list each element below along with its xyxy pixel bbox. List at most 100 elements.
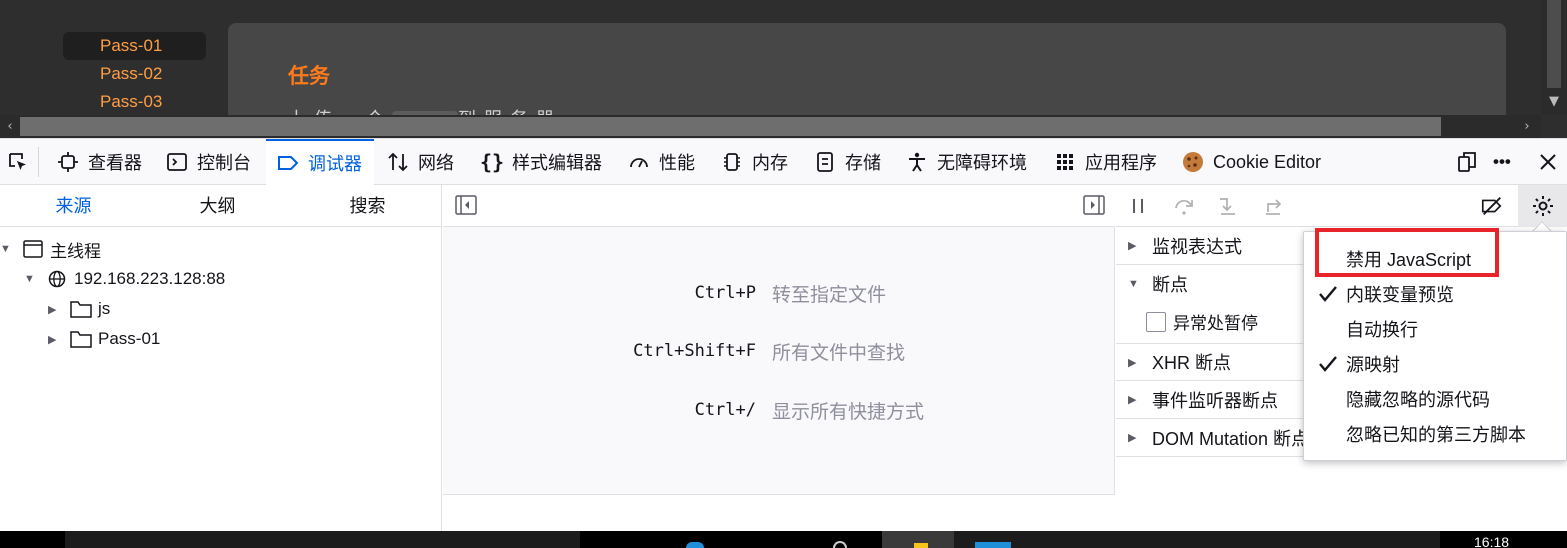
- tab-label: 存储: [845, 153, 881, 173]
- tab-label: 网络: [418, 153, 454, 173]
- more-options-button[interactable]: •••: [1493, 139, 1511, 185]
- shortcut-desc: 显示所有快捷方式: [772, 401, 925, 423]
- collapse-arrow-icon[interactable]: ▶: [48, 303, 62, 316]
- pause-button[interactable]: [1126, 194, 1150, 218]
- pass-link-01[interactable]: Pass-01: [63, 32, 206, 60]
- folder-icon: [70, 299, 92, 319]
- edge-icon[interactable]: [686, 542, 704, 548]
- os-taskbar: 16:18: [0, 531, 1567, 548]
- tab-application[interactable]: 应用程序: [1053, 139, 1157, 185]
- tab-label: 应用程序: [1085, 153, 1157, 173]
- shortcut-key: Ctrl+/: [694, 400, 756, 420]
- deactivate-breakpoints-button[interactable]: [1480, 194, 1504, 218]
- tree-item-label: js: [98, 299, 111, 318]
- tab-sources[interactable]: 来源: [0, 185, 147, 227]
- tab-cookie-editor[interactable]: Cookie Editor: [1181, 139, 1321, 185]
- menu-item-ignore-third-party[interactable]: 忽略已知的第三方脚本: [1304, 417, 1566, 451]
- console-icon: [165, 150, 189, 174]
- collapse-arrow-icon: ▶: [1128, 240, 1137, 252]
- tab-inspector[interactable]: 查看器: [56, 139, 142, 185]
- checkbox-label: 异常处暂停: [1173, 314, 1258, 333]
- close-devtools-button[interactable]: [1536, 139, 1567, 185]
- pass-link-03[interactable]: Pass-03: [63, 88, 206, 116]
- red-highlight-box: [1315, 228, 1499, 277]
- gear-icon: [1532, 196, 1553, 216]
- toggle-debugger-sidebar-icon[interactable]: [1083, 195, 1105, 219]
- editor-toolbar: [443, 185, 1115, 227]
- window-icon: [22, 239, 44, 259]
- expand-arrow-icon[interactable]: ▼: [0, 243, 14, 255]
- more-options-icon: •••: [1493, 152, 1511, 171]
- menu-item-source-maps[interactable]: 源映射: [1304, 347, 1566, 381]
- tree-item-host[interactable]: ▼ 192.168.223.128:88: [24, 264, 225, 294]
- tree-item-main-thread[interactable]: ▼ 主线程: [0, 234, 101, 264]
- style-editor-icon: {}: [479, 150, 505, 174]
- toolbar-divider: [38, 147, 39, 177]
- tab-accessibility[interactable]: 无障碍环境: [905, 139, 1027, 185]
- tab-performance[interactable]: 性能: [627, 139, 695, 185]
- element-picker-button[interactable]: [6, 139, 38, 185]
- tree-item-label: 192.168.223.128:88: [74, 269, 226, 288]
- tab-console[interactable]: 控制台: [165, 139, 251, 185]
- tree-item-folder-pass-01[interactable]: ▶ Pass-01: [48, 324, 160, 354]
- network-icon: [386, 150, 410, 174]
- tab-label: 调试器: [308, 154, 362, 174]
- editor-pane: Ctrl+P 转至指定文件 Ctrl+Shift+F 所有文件中查找 Ctrl+…: [443, 185, 1115, 531]
- checkmark-icon: [1319, 356, 1337, 372]
- step-over-button[interactable]: [1172, 194, 1196, 218]
- menu-item-wrap-lines[interactable]: 自动换行: [1304, 312, 1566, 346]
- step-in-button[interactable]: [1216, 194, 1240, 218]
- tab-debugger[interactable]: 调试器: [266, 139, 374, 185]
- pause-icon: [1133, 199, 1143, 213]
- taskbar-start-area[interactable]: [0, 531, 65, 548]
- section-label: 事件监听器断点: [1152, 390, 1278, 411]
- vertical-scrollbar[interactable]: ▼: [1541, 0, 1567, 115]
- pass-link-02[interactable]: Pass-02: [63, 60, 206, 88]
- tree-item-label: 主线程: [50, 241, 101, 261]
- step-out-button[interactable]: [1262, 194, 1286, 218]
- checkmark-icon: [1319, 286, 1337, 302]
- menu-item-hide-ignored-sources[interactable]: 隐藏忽略的源代码: [1304, 382, 1566, 416]
- folder-app-icon[interactable]: [914, 543, 928, 548]
- tab-search[interactable]: 搜索: [294, 185, 441, 227]
- folder-icon: [70, 329, 92, 349]
- shortcut-desc: 所有文件中查找: [772, 342, 906, 364]
- app-icon[interactable]: [975, 542, 1011, 548]
- debugger-icon: [276, 151, 300, 175]
- chrome-icon[interactable]: [833, 541, 847, 548]
- tab-label: Cookie Editor: [1213, 151, 1322, 172]
- tree-item-folder-js[interactable]: ▶ js: [48, 294, 110, 324]
- close-icon: [1536, 150, 1560, 174]
- shortcut-key: Ctrl+Shift+F: [633, 341, 756, 361]
- menu-item-label: 隐藏忽略的源代码: [1346, 390, 1490, 410]
- scroll-down-arrow-icon[interactable]: ▼: [1541, 90, 1567, 114]
- section-label: 监视表达式: [1152, 236, 1242, 257]
- dock-side-icon: [1455, 150, 1479, 174]
- vertical-scrollbar-thumb[interactable]: [1547, 0, 1561, 88]
- tab-storage[interactable]: 存储: [813, 139, 881, 185]
- collapse-arrow-icon[interactable]: ▶: [48, 333, 62, 346]
- scroll-right-arrow-icon[interactable]: ›: [1517, 115, 1537, 138]
- step-over-icon: [1175, 199, 1193, 215]
- section-label: DOM Mutation 断点: [1152, 428, 1310, 449]
- scroll-left-arrow-icon[interactable]: ‹: [0, 115, 20, 138]
- section-label: XHR 断点: [1152, 353, 1232, 373]
- horizontal-scrollbar-thumb[interactable]: [20, 117, 1441, 136]
- menu-item-inline-preview[interactable]: 内联变量预览: [1304, 277, 1566, 311]
- tab-label: 性能: [659, 153, 695, 173]
- inspector-icon: [56, 150, 80, 174]
- editor-footer: [443, 494, 1115, 531]
- toggle-sources-sidebar-icon[interactable]: [455, 195, 477, 219]
- pause-on-exceptions-checkbox[interactable]: 异常处暂停: [1146, 309, 1258, 334]
- checkbox-icon[interactable]: [1146, 311, 1166, 332]
- section-label: 断点: [1152, 275, 1188, 295]
- clock: 16:18: [1474, 534, 1510, 548]
- horizontal-scrollbar[interactable]: ‹ ›: [0, 115, 1541, 138]
- devtools-toolbar: 查看器 控制台 调试器 网络 {} 样式编辑器 性能 内存 存储 无障碍环境 应…: [0, 138, 1567, 185]
- tab-style-editor[interactable]: {} 样式编辑器: [480, 139, 602, 185]
- tab-memory[interactable]: 内存: [720, 139, 788, 185]
- tab-network[interactable]: 网络: [386, 139, 454, 185]
- dock-side-button[interactable]: [1455, 139, 1487, 185]
- tab-outline[interactable]: 大纲: [144, 185, 291, 227]
- expand-arrow-icon[interactable]: ▼: [24, 273, 38, 285]
